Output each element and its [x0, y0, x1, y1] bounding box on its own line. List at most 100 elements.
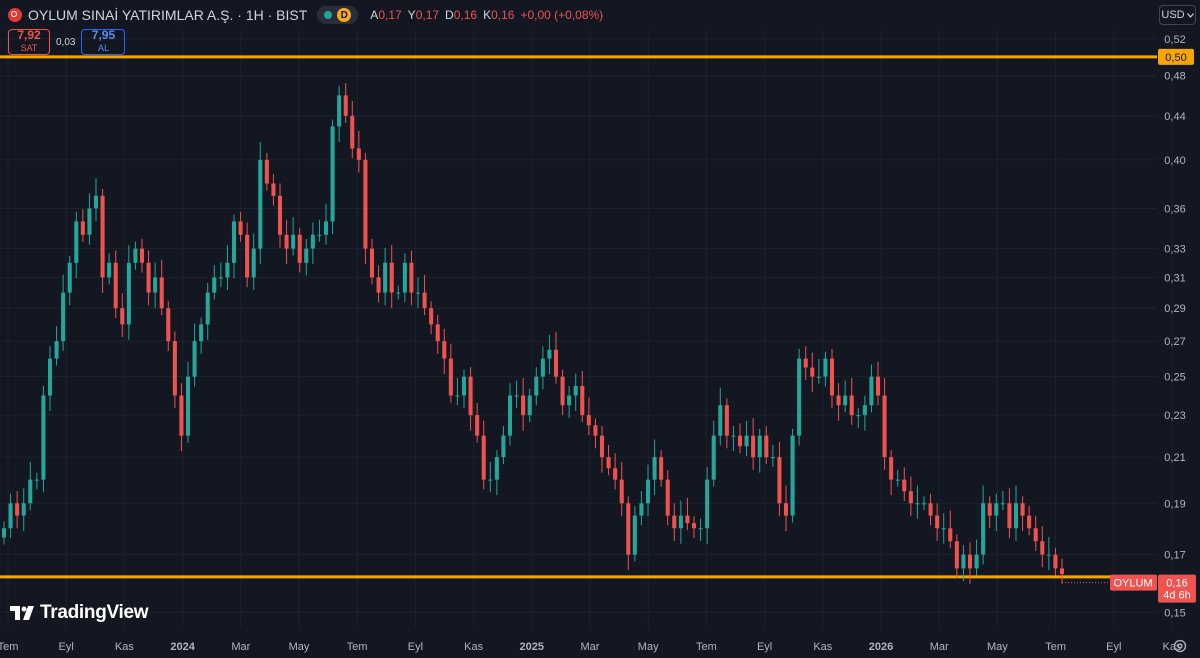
candle-body — [797, 358, 802, 436]
ohlc-change: +0,00 (+0,08%) — [520, 8, 604, 22]
candle-body — [271, 183, 276, 196]
candle-body — [514, 395, 519, 397]
candle-body — [961, 554, 966, 569]
market-status-pill[interactable]: D — [317, 6, 359, 24]
ohlc-high: Y0,17 — [407, 8, 440, 22]
candle-body — [724, 405, 729, 436]
y-tick-label: 0,23 — [1164, 410, 1185, 422]
candle-body — [1046, 554, 1051, 556]
candle-body — [757, 435, 762, 458]
candle-body — [21, 503, 26, 516]
candle-body — [1040, 541, 1045, 555]
candle-body — [626, 503, 631, 555]
candle-body — [363, 159, 368, 249]
candle-body — [652, 457, 657, 480]
candle-body — [928, 503, 933, 516]
candle-body — [869, 376, 874, 406]
sell-price: 7,92 — [17, 28, 41, 42]
candle-body — [297, 234, 302, 263]
candle-body — [1013, 503, 1019, 529]
candle-body — [639, 503, 644, 516]
candle-body — [1020, 503, 1025, 516]
candle-body — [632, 515, 637, 555]
candle-body — [823, 358, 828, 377]
candle-body — [783, 503, 789, 516]
candle-body — [580, 386, 585, 416]
candle-body — [705, 479, 710, 529]
y-tick-label: 0,21 — [1164, 452, 1185, 464]
buy-label: AL — [97, 43, 109, 53]
delay-badge: D — [337, 8, 352, 22]
price-chart[interactable]: 0,500,16OYLUM0,164d 6h 0,520,480,440,400… — [0, 0, 1200, 658]
candle-body — [330, 126, 335, 222]
candle-body — [199, 324, 204, 342]
candle-body — [856, 415, 861, 417]
x-tick-label: Tem — [696, 641, 717, 653]
x-tick-label: Kas — [464, 641, 483, 653]
candle-body — [599, 435, 605, 458]
candle-body — [691, 523, 697, 529]
candle-body — [810, 367, 815, 377]
y-tick-label: 0,17 — [1164, 550, 1185, 562]
candle-body — [803, 358, 808, 368]
candle-body — [1033, 528, 1038, 542]
x-tick-label: Eyl — [757, 641, 772, 653]
candle-body — [731, 435, 736, 437]
candle-body — [547, 349, 552, 359]
x-tick-label: 2025 — [520, 641, 544, 653]
x-tick-label: Mar — [930, 641, 949, 653]
chart-background — [0, 0, 1200, 658]
y-tick-label: 0,15 — [1164, 607, 1185, 619]
x-tick-label: 2024 — [170, 641, 195, 653]
candle-body — [212, 277, 217, 293]
spread-value: 0,03 — [56, 36, 76, 48]
candle-body — [685, 515, 690, 524]
candle-body — [488, 479, 493, 481]
tradingview-logo[interactable]: TradingView — [10, 602, 149, 624]
candle-body — [310, 234, 315, 249]
y-tick-label: 0,19 — [1164, 498, 1185, 510]
candle-body — [1000, 503, 1005, 505]
candle-body — [28, 479, 33, 504]
candle-body — [521, 395, 526, 416]
x-tick-label: Tem — [0, 641, 18, 653]
last-price-label: 0,16 — [1166, 578, 1187, 590]
currency-selector[interactable]: USD — [1159, 5, 1196, 25]
candle-body — [586, 415, 591, 426]
candle-body — [396, 292, 401, 294]
candle-body — [987, 503, 992, 516]
candle-body — [672, 515, 677, 529]
candle-body — [770, 457, 775, 459]
x-tick-label: May — [987, 641, 1008, 653]
candle-body — [120, 308, 125, 325]
candle-body — [501, 435, 506, 458]
candle-body — [139, 248, 145, 263]
sell-button[interactable]: 7,92 SAT — [8, 29, 50, 55]
candle-body — [146, 262, 151, 293]
candle-body — [593, 425, 598, 436]
candle-body — [573, 386, 578, 396]
candle-body — [948, 528, 953, 542]
candle-body — [475, 415, 480, 436]
symbol-title[interactable]: OYLUM SINAİ YATIRIMLAR A.Ş. · 1H · BIST — [28, 7, 307, 23]
candle-body — [941, 528, 946, 530]
candle-body — [409, 262, 414, 293]
candle-body — [908, 491, 913, 504]
candle-body — [34, 479, 39, 481]
candle-body — [816, 376, 821, 378]
y-tick-label: 0,44 — [1164, 111, 1185, 123]
gear-icon[interactable] — [1172, 638, 1188, 654]
candle-body — [882, 395, 887, 458]
candle-body — [172, 341, 177, 396]
candle-body — [376, 277, 381, 293]
candle-body — [245, 234, 250, 278]
candle-body — [133, 248, 138, 263]
buy-button[interactable]: 7,95 AL — [81, 29, 126, 55]
candle-body — [862, 405, 867, 416]
candle-body — [843, 395, 848, 406]
ohlc-close: K0,16 — [483, 8, 515, 22]
candle-body — [448, 358, 453, 396]
candle-body — [1007, 503, 1012, 529]
tradingview-mark-icon — [10, 606, 34, 620]
candle-body — [435, 324, 440, 342]
